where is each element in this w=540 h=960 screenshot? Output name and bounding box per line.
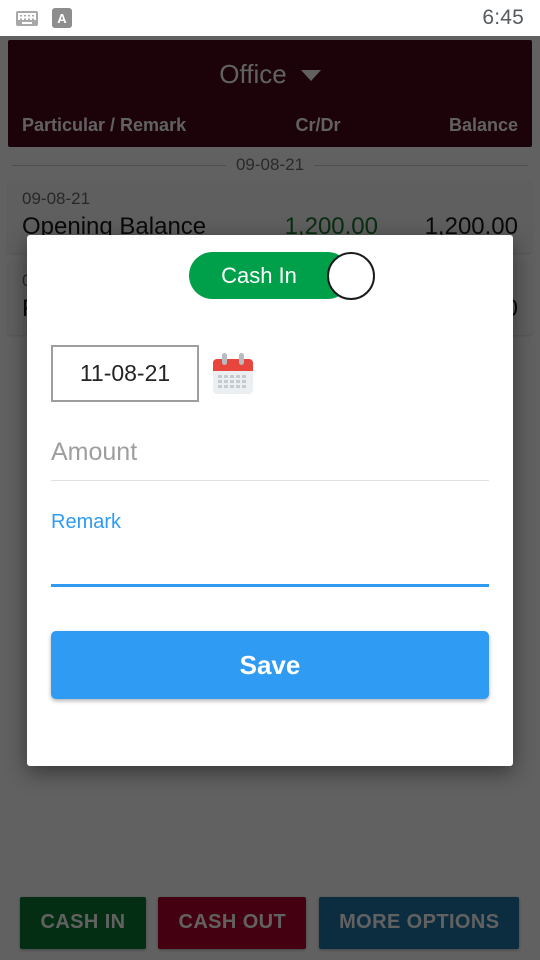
cash-entry-dialog: Cash In 11-08-21 Remark (27, 235, 513, 766)
date-row: 11-08-21 (51, 345, 489, 402)
amount-field (51, 424, 489, 481)
keyboard-icon (16, 10, 38, 26)
remark-field: Remark (51, 511, 489, 587)
toggle-label: Cash In (221, 262, 297, 288)
status-bar-icons: A (16, 8, 72, 28)
calendar-ring-left (222, 353, 227, 365)
calendar-day-grid (218, 375, 248, 390)
status-bar: A 6:45 (0, 0, 540, 36)
status-bar-clock: 6:45 (482, 6, 524, 29)
calendar-header-band (213, 359, 253, 371)
input-method-a-icon: A (52, 8, 72, 28)
date-input[interactable]: 11-08-21 (51, 345, 199, 402)
cash-in-out-toggle[interactable]: Cash In (189, 251, 375, 300)
entry-type-toggle-row: Cash In (51, 235, 489, 300)
toggle-knob[interactable] (327, 251, 375, 300)
remark-input[interactable] (51, 556, 489, 584)
amount-underline (51, 480, 489, 481)
calendar-ring-right (239, 353, 244, 365)
calendar-icon[interactable] (213, 353, 253, 394)
remark-underline (51, 584, 489, 587)
amount-input[interactable] (51, 424, 489, 480)
phone-screen: A 6:45 Office Particular / Remark Cr/Dr … (0, 0, 540, 960)
remark-label: Remark (51, 511, 122, 533)
save-button[interactable]: Save (51, 631, 489, 699)
